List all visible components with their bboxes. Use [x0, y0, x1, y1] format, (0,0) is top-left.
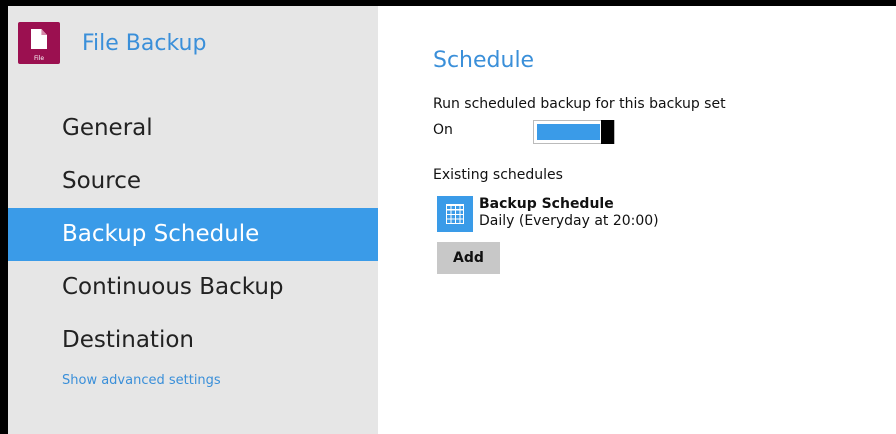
run-scheduled-label: Run scheduled backup for this backup set: [433, 96, 726, 112]
schedule-name: Backup Schedule: [479, 196, 614, 212]
schedule-list-item[interactable]: Backup Schedule Daily (Everyday at 20:00…: [437, 196, 659, 232]
sidebar-item-general[interactable]: General: [8, 102, 378, 155]
app-header: File File Backup: [18, 22, 206, 64]
toggle-knob[interactable]: [601, 120, 614, 144]
file-icon-tag: File: [33, 55, 45, 62]
schedule-text: Backup Schedule Daily (Everyday at 20:00…: [479, 196, 659, 232]
main-panel: Schedule: [433, 48, 534, 73]
sidebar-nav: General Source Backup Schedule Continuou…: [8, 102, 378, 367]
toggle-state-label: On: [433, 122, 453, 138]
sidebar-item-destination[interactable]: Destination: [8, 314, 378, 367]
add-schedule-button[interactable]: Add: [437, 242, 500, 274]
file-backup-icon: File: [18, 22, 60, 64]
scheduled-backup-toggle[interactable]: [533, 120, 615, 144]
app-title: File Backup: [82, 30, 207, 56]
window-left-border: [0, 0, 8, 434]
sidebar-item-continuous-backup[interactable]: Continuous Backup: [8, 261, 378, 314]
toggle-fill: [537, 124, 600, 140]
calendar-icon: [437, 196, 473, 232]
show-advanced-settings-link[interactable]: Show advanced settings: [62, 373, 221, 388]
page-title: Schedule: [433, 48, 535, 73]
calendar-grid: [446, 204, 464, 224]
document-icon: [31, 29, 47, 49]
sidebar-item-backup-schedule[interactable]: Backup Schedule: [8, 208, 378, 261]
schedule-description: Daily (Everyday at 20:00): [479, 213, 659, 229]
sidebar-item-source[interactable]: Source: [8, 155, 378, 208]
existing-schedules-label: Existing schedules: [433, 167, 563, 183]
